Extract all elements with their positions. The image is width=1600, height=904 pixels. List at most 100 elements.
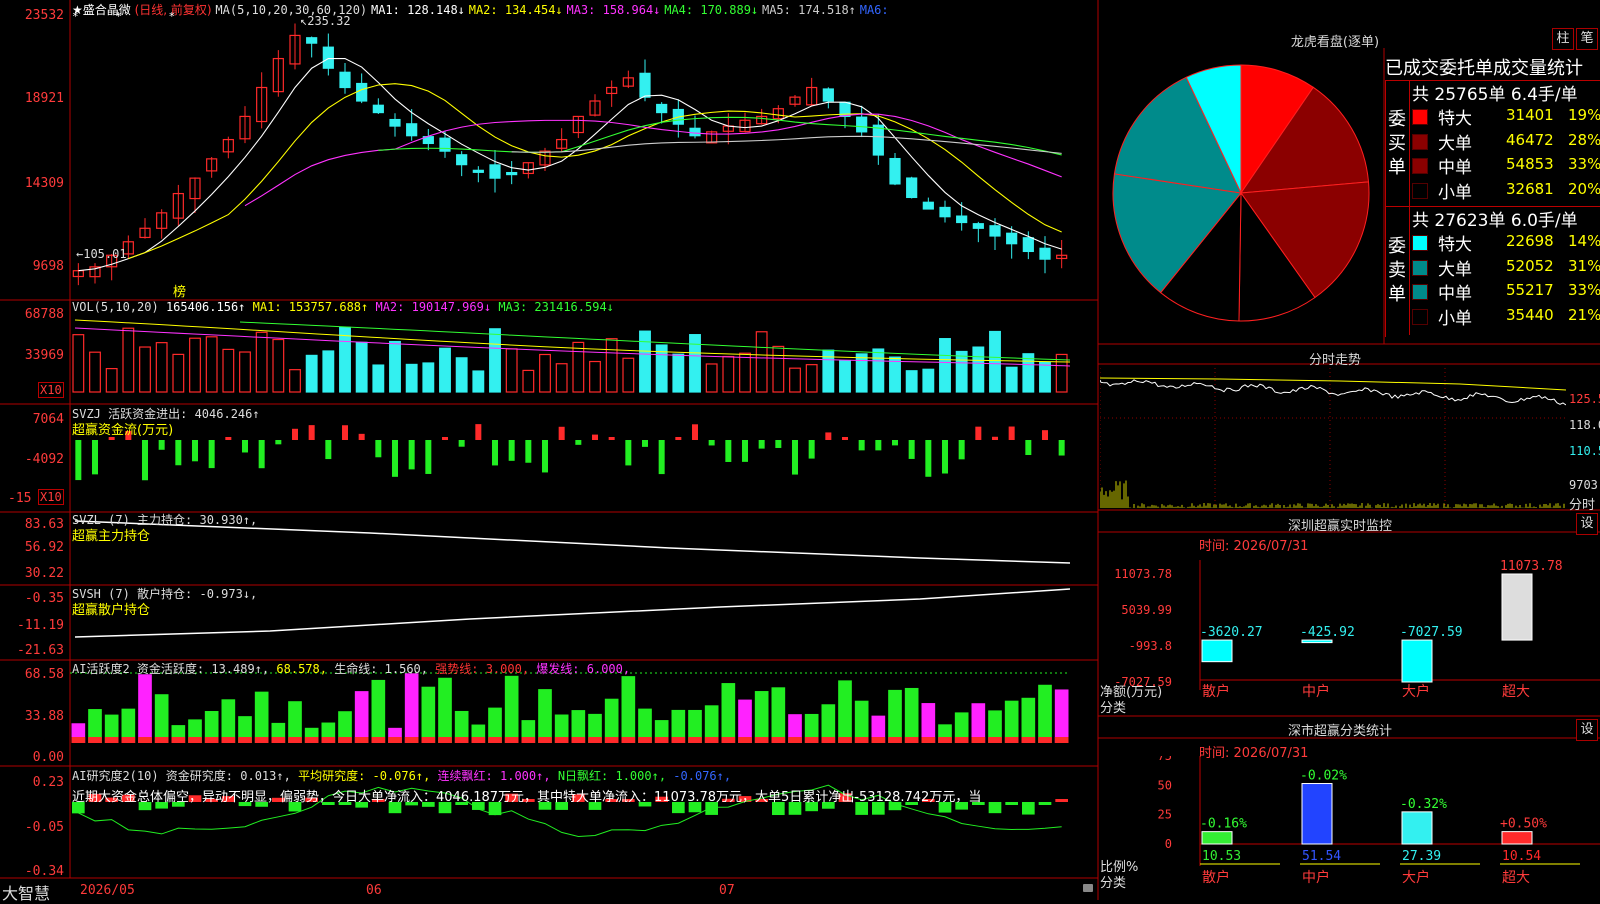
flow-bar <box>142 440 148 481</box>
ratio-value: 51.54 <box>1302 849 1341 864</box>
flow-bar <box>242 440 248 453</box>
flow-bar <box>375 440 382 458</box>
order-percent: 33% <box>1568 281 1600 299</box>
ratio-bar-chart[interactable]: 0 25 50 75 -0.16% 10.53 散户 -0.02% 51.54 中户 -0.32% 2… <box>1100 756 1600 900</box>
activity-base <box>804 737 819 743</box>
longhu-title: 龙虎看盘(逐单) <box>1290 35 1380 50</box>
bar-view-button[interactable]: 柱 <box>1552 28 1574 50</box>
activity-base <box>754 737 769 743</box>
svzj-scale-x10[interactable]: X10 <box>38 489 64 505</box>
research-bar <box>988 802 1002 814</box>
volume-bar <box>972 346 985 393</box>
flow-bar <box>225 437 232 440</box>
candle-body <box>889 157 901 185</box>
tick-view-button[interactable]: 笔 <box>1576 28 1598 50</box>
vol-ma3: MA3: 231416.594↓ <box>498 300 614 314</box>
monitor-settings-button[interactable]: 设 <box>1576 513 1598 535</box>
net-flow-value: 11073.78 <box>1500 559 1563 574</box>
candlestick-chart[interactable] <box>70 18 1098 292</box>
candle-body <box>939 206 951 218</box>
y-tick: 30.22 <box>24 566 64 581</box>
flow-bar <box>992 436 998 440</box>
activity-base <box>354 737 369 743</box>
order-percent: 33% <box>1568 155 1600 173</box>
y-tick: 56.92 <box>24 540 64 555</box>
activity-base <box>871 737 886 743</box>
order-size-label: 小单 <box>1438 182 1472 203</box>
volume-bar <box>955 350 968 393</box>
activity-chart[interactable] <box>70 665 1098 761</box>
activity-base <box>904 737 919 743</box>
activity-bar <box>1021 697 1036 743</box>
order-volume: 55217 <box>1506 281 1554 299</box>
activity-base <box>1054 737 1069 743</box>
flow-bar <box>692 424 698 440</box>
activity-base <box>571 737 586 743</box>
classify-xlabel: 分类 <box>1100 876 1127 891</box>
flow-bar <box>642 440 648 447</box>
classify-settings-button[interactable]: 设 <box>1576 719 1598 741</box>
order-size-label: 小单 <box>1438 308 1472 329</box>
order-size-label: 中单 <box>1438 158 1472 178</box>
order-percent: 14% <box>1568 232 1600 250</box>
flow-bar <box>342 425 348 440</box>
flow-bar <box>725 440 732 462</box>
activity-bar <box>154 694 169 743</box>
intraday-chart[interactable] <box>1100 368 1566 510</box>
candle-body <box>639 72 651 98</box>
ratio-bar <box>1401 811 1433 845</box>
ai2-label: AI活跃度2 资金活跃度: 13.489↑, <box>72 662 270 676</box>
volume-bar <box>755 331 768 393</box>
vol-scale-x10[interactable]: X10 <box>38 382 64 398</box>
classify-title: 深市超赢分类统计 <box>1287 724 1392 739</box>
research-bar <box>1022 802 1035 815</box>
y-tick: -0.05 <box>24 820 64 835</box>
monitor-xlabel: 分类 <box>1100 701 1127 716</box>
flow-bar <box>1042 430 1048 440</box>
order-volume: 31401 <box>1506 106 1554 124</box>
flow-bar <box>742 440 748 462</box>
activity-base <box>654 737 669 743</box>
candle-body <box>822 88 834 102</box>
net-flow-value: -425.92 <box>1300 625 1355 640</box>
flow-bar <box>325 440 332 460</box>
intraday-label: 分时 <box>1569 498 1596 513</box>
activity-bar <box>421 686 436 743</box>
candle-body <box>656 103 668 114</box>
volume-bar <box>472 370 485 393</box>
order-pie-chart[interactable] <box>1108 62 1378 338</box>
activity-bar <box>1004 700 1019 743</box>
activity-bar <box>288 701 302 743</box>
flow-bar <box>442 437 448 440</box>
legend-swatch <box>1412 109 1428 125</box>
volume-chart[interactable] <box>70 300 1098 396</box>
flow-bar <box>475 424 482 440</box>
flow-bar <box>892 440 898 446</box>
y-tick: -4092 <box>24 452 64 467</box>
volume-bar <box>372 364 385 393</box>
activity-base <box>988 737 1002 743</box>
order-volume: 52052 <box>1506 256 1554 275</box>
volume-bar <box>889 356 901 393</box>
monitor-y-tick: -993.8 <box>1129 639 1172 653</box>
volume-bar <box>439 347 451 393</box>
activity-base <box>471 737 486 743</box>
ratio-change: -0.16% <box>1200 817 1247 832</box>
high-price-label: 235.32 <box>307 14 351 28</box>
volume-bar <box>689 334 701 393</box>
order-volume: 32681 <box>1506 179 1554 198</box>
activity-base <box>404 737 419 743</box>
research-bar <box>1055 799 1068 802</box>
activity-base <box>721 737 736 743</box>
flow-bar <box>942 440 948 474</box>
net-flow-bar-chart[interactable]: 11073.78 5039.99 -993.8 -7027.59 -3620.27 散户 -… <box>1100 550 1600 720</box>
flow-bar <box>842 437 848 440</box>
monitor-y-tick: 5039.99 <box>1121 603 1172 617</box>
x-tick-month: 06 <box>366 883 382 898</box>
star-marker: * <box>168 10 176 23</box>
candle-body <box>439 137 451 152</box>
longhubang-marker[interactable]: 榜 <box>173 281 186 300</box>
flow-bar <box>492 440 498 466</box>
classify-y-tick: 0 <box>1165 837 1172 851</box>
lock-icon[interactable] <box>1083 884 1093 892</box>
